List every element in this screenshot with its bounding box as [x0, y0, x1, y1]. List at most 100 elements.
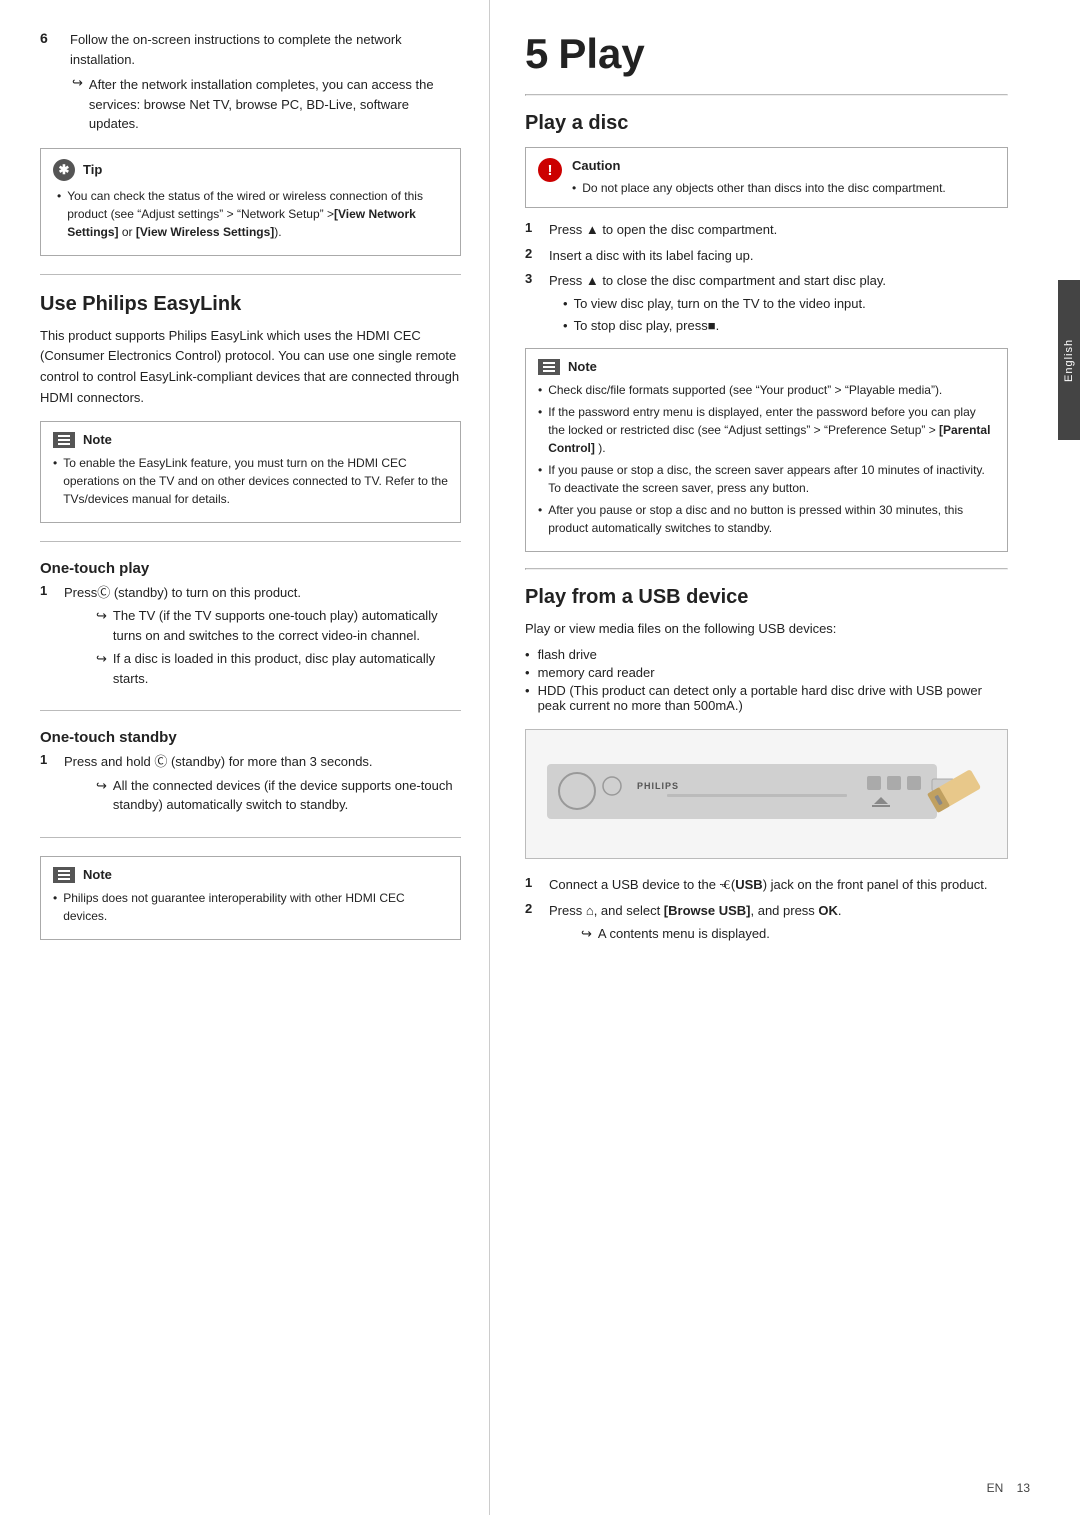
onetouch-play-arrow-1: ↪ The TV (if the TV supports one-touch p…: [96, 606, 461, 645]
tip-icon: ✱: [53, 159, 75, 181]
usb-bullet-3-text: HDD (This product can detect only a port…: [538, 683, 1008, 713]
play-disc-note-box: Note Check disc/file formats supported (…: [525, 348, 1008, 552]
usb-bullet-1: • flash drive: [525, 647, 1008, 662]
step-6-arrow-text: After the network installation completes…: [89, 75, 461, 134]
english-tab: English: [1058, 280, 1080, 440]
device-image: PHILIPS: [525, 729, 1008, 859]
usb-step2-content: Press ⌂, and select [Browse USB], and pr…: [549, 901, 1008, 948]
play-disc-step1: 1 Press ▲ to open the disc compartment.: [525, 220, 1008, 240]
play-disc-step1-text: Press ▲ to open the disc compartment.: [549, 222, 777, 237]
onetouch-standby-step1-num: 1: [40, 752, 60, 819]
arrow-icon-5: ↪: [581, 924, 592, 944]
caution-text-1: Do not place any objects other than disc…: [582, 179, 946, 197]
bottom-note-header: Note: [53, 867, 448, 883]
usb-step1-content: Connect a USB device to the Ⱕ(USB) jack …: [549, 875, 1008, 895]
tip-bullet-1-text: You can check the status of the wired or…: [67, 187, 448, 241]
pd-note-line-3: [543, 370, 555, 372]
bottom-note-text: Philips does not guarantee interoperabil…: [63, 889, 448, 925]
play-disc-note-icon-lines: [543, 362, 555, 372]
usb-step1: 1 Connect a USB device to the Ⱕ(USB) jac…: [525, 875, 1008, 895]
left-column: 6 Follow the on-screen instructions to c…: [0, 0, 490, 1515]
step-6: 6 Follow the on-screen instructions to c…: [40, 30, 461, 69]
play-disc-note-b2-text: If the password entry menu is displayed,…: [548, 403, 995, 457]
right-divider-2: [525, 568, 1008, 570]
onetouch-standby-step1: 1 Press and hold Ⓒ (standby) for more th…: [40, 752, 461, 819]
step-6-text: Follow the on-screen instructions to com…: [70, 30, 461, 69]
arrow-icon-2: ↪: [96, 606, 107, 645]
usb-step1-num: 1: [525, 875, 545, 895]
easylink-note-label: Note: [83, 432, 112, 447]
usb-bullet-3: • HDD (This product can detect only a po…: [525, 683, 1008, 713]
usb-bullet-2-text: memory card reader: [538, 665, 655, 680]
play-disc-note-b4: After you pause or stop a disc and no bu…: [538, 501, 995, 537]
note-icon: [53, 432, 75, 448]
usb-step2-arrow: ↪ A contents menu is displayed.: [581, 924, 1008, 944]
easylink-note-text: To enable the EasyLink feature, you must…: [63, 454, 448, 508]
onetouch-play-step1-num: 1: [40, 583, 60, 693]
onetouch-standby-step1-content: Press and hold Ⓒ (standby) for more than…: [64, 752, 461, 819]
usb-bullet-2-dot: •: [525, 665, 530, 680]
arrow-icon: ↪: [72, 75, 83, 134]
caution-box: ! Caution Do not place any objects other…: [525, 147, 1008, 208]
onetouch-play-step1-text: PressⒸ (standby) to turn on this product…: [64, 585, 301, 600]
pd-note-line-2: [543, 366, 555, 368]
device-svg: PHILIPS: [537, 734, 997, 854]
page-footer: EN 13: [987, 1481, 1030, 1495]
play-disc-step3-bullet-1: To view disc play, turn on the TV to the…: [563, 294, 1008, 314]
caution-body: Do not place any objects other than disc…: [572, 179, 995, 197]
usb-step2-num: 2: [525, 901, 545, 948]
easylink-title: Use Philips EasyLink: [40, 293, 461, 316]
divider-4: [40, 837, 461, 838]
play-disc-step3-bullet-2: To stop disc play, press■.: [563, 316, 1008, 336]
play-usb-title: Play from a USB device: [525, 586, 1008, 609]
onetouch-play-step1: 1 PressⒸ (standby) to turn on this produ…: [40, 583, 461, 693]
pd-note-line-1: [543, 362, 555, 364]
easylink-body: This product supports Philips EasyLink w…: [40, 326, 461, 409]
right-divider-1: [525, 94, 1008, 96]
arrow-icon-4: ↪: [96, 776, 107, 815]
usb-step2-text: Press ⌂, and select [Browse USB], and pr…: [549, 903, 842, 918]
onetouch-play-subtitle: One-touch play: [40, 560, 461, 577]
play-disc-note-b2: If the password entry menu is displayed,…: [538, 403, 995, 457]
chapter-heading: 5 Play: [525, 30, 1008, 78]
easylink-note-bullet-1: To enable the EasyLink feature, you must…: [53, 454, 448, 508]
play-disc-title: Play a disc: [525, 112, 1008, 135]
tip-header: ✱ Tip: [53, 159, 448, 181]
play-disc-note-b1-text: Check disc/file formats supported (see “…: [548, 381, 942, 399]
play-disc-note-header: Note: [538, 359, 995, 375]
easylink-note-body: To enable the EasyLink feature, you must…: [53, 454, 448, 508]
play-disc-step3-text: Press ▲ to close the disc compartment an…: [549, 273, 886, 288]
caution-content: Caution Do not place any objects other t…: [572, 158, 995, 197]
usb-bullet-1-text: flash drive: [538, 647, 597, 662]
arrow-icon-3: ↪: [96, 649, 107, 688]
tip-body: You can check the status of the wired or…: [53, 187, 448, 245]
note-icon-lines: [58, 435, 70, 445]
easylink-note-box: Note To enable the EasyLink feature, you…: [40, 421, 461, 523]
play-disc-step2-content: Insert a disc with its label facing up.: [549, 246, 1008, 266]
play-disc-step1-content: Press ▲ to open the disc compartment.: [549, 220, 1008, 240]
caution-label: Caution: [572, 158, 995, 173]
onetouch-play-step1-content: PressⒸ (standby) to turn on this product…: [64, 583, 461, 693]
onetouch-standby-arrow-1: ↪ All the connected devices (if the devi…: [96, 776, 461, 815]
play-disc-step3-content: Press ▲ to close the disc compartment an…: [549, 271, 1008, 336]
usb-bullet-3-dot: •: [525, 683, 530, 713]
bottom-note-line-3: [58, 878, 70, 880]
onetouch-standby-subtitle: One-touch standby: [40, 729, 461, 746]
onetouch-standby-arrow-1-text: All the connected devices (if the device…: [113, 776, 461, 815]
tip-bullet-1: You can check the status of the wired or…: [57, 187, 448, 241]
onetouch-play-arrow-1-text: The TV (if the TV supports one-touch pla…: [113, 606, 461, 645]
page-number: 13: [1017, 1481, 1030, 1495]
play-disc-step2-text: Insert a disc with its label facing up.: [549, 248, 754, 263]
tip-label: Tip: [83, 162, 102, 177]
english-label: English: [1063, 338, 1075, 381]
usb-bullet-1-dot: •: [525, 647, 530, 662]
play-disc-note-body: Check disc/file formats supported (see “…: [538, 381, 995, 537]
play-usb-intro: Play or view media files on the followin…: [525, 619, 1008, 640]
play-disc-step3-bullet-1-text: To view disc play, turn on the TV to the…: [574, 294, 866, 314]
note-icon-line-2: [58, 439, 70, 441]
play-usb-bullets: • flash drive • memory card reader • HDD…: [525, 647, 1008, 713]
caution-icon: !: [538, 158, 562, 182]
easylink-note-header: Note: [53, 432, 448, 448]
divider-1: [40, 274, 461, 275]
note-icon-line-1: [58, 435, 70, 437]
